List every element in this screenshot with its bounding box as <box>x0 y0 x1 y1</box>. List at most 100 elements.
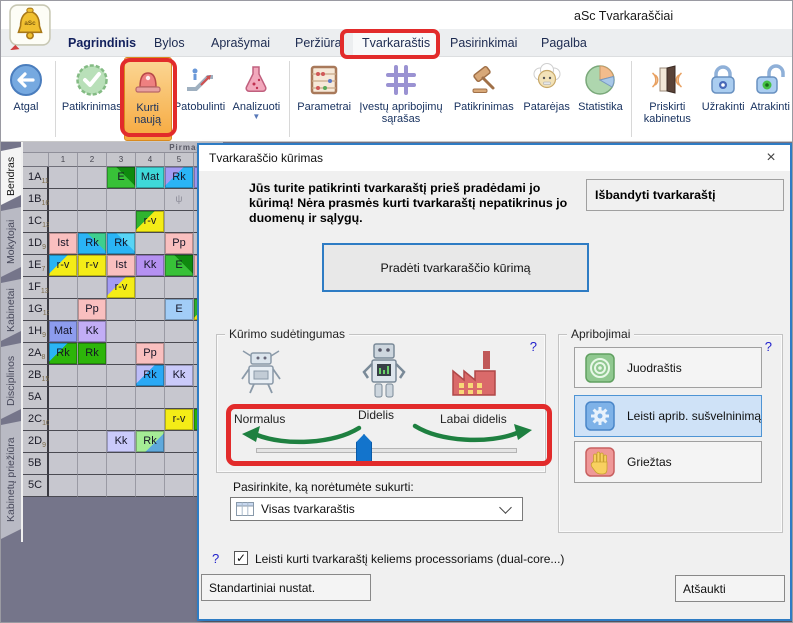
grid-cell-1h-5[interactable] <box>165 321 194 343</box>
grid-cell-1b-1[interactable] <box>49 189 78 211</box>
tab-pagalba[interactable]: Pagalba <box>539 29 589 57</box>
grid-cell-5a-1[interactable] <box>49 387 78 409</box>
grid-cell-2a-3[interactable] <box>107 343 136 365</box>
grid-cell-2b-2[interactable] <box>78 365 107 387</box>
row-header-1g[interactable]: 1G13 <box>23 299 49 321</box>
grid-cell-5a-5[interactable] <box>165 387 194 409</box>
grid-cell-2a-1[interactable]: Rk <box>49 343 78 365</box>
grid-cell-2a-4[interactable]: Pp <box>136 343 165 365</box>
row-header-2a[interactable]: 2A8 <box>23 343 49 365</box>
grid-cell-1a-5[interactable]: Rk <box>165 167 194 189</box>
toolbar-button-uzrakinti[interactable]: Užrakinti <box>698 57 748 141</box>
grid-cell-1h-2[interactable]: Kk <box>78 321 107 343</box>
grid-cell-1h-1[interactable]: Mat <box>49 321 78 343</box>
grid-cell-1h-4[interactable] <box>136 321 165 343</box>
grid-cell-1c-2[interactable] <box>78 211 107 233</box>
grid-cell-1c-3[interactable] <box>107 211 136 233</box>
row-header-5b[interactable]: 5B <box>23 453 49 475</box>
grid-cell-5b-3[interactable] <box>107 453 136 475</box>
grid-cell-2a-5[interactable] <box>165 343 194 365</box>
grid-cell-1a-2[interactable] <box>78 167 107 189</box>
toolbar-button-patikrinimas[interactable]: Patikrinimas <box>60 57 124 141</box>
toolbar-button-patikrinimas-2[interactable]: Patikrinimas <box>448 57 520 141</box>
toolbar-button-statistika[interactable]: Statistika <box>574 57 628 141</box>
row-header-5c[interactable]: 5C <box>23 475 49 497</box>
row-header-2b[interactable]: 2B15 <box>23 365 49 387</box>
toolbar-button-patobulinti[interactable]: Patobulinti <box>172 57 228 141</box>
grid-cell-5b-2[interactable] <box>78 453 107 475</box>
grid-cell-1b-4[interactable] <box>136 189 165 211</box>
grid-cell-1e-2[interactable]: r-v <box>78 255 107 277</box>
sidebar-tab-disciplinos[interactable]: Disciplinos <box>1 343 21 419</box>
grid-cell-5c-1[interactable] <box>49 475 78 497</box>
constraint-option-leisti-aprib-susvelninima[interactable]: Leisti aprib. sušvelninimą <box>574 395 762 437</box>
grid-cell-2c-4[interactable] <box>136 409 165 431</box>
grid-cell-2d-4[interactable]: Rk <box>136 431 165 453</box>
grid-cell-1g-2[interactable]: Pp <box>78 299 107 321</box>
close-icon[interactable]: × <box>756 145 786 171</box>
constraint-option-juodrastis[interactable]: Juodraštis <box>574 347 762 388</box>
grid-cell-1e-1[interactable]: r-v <box>49 255 78 277</box>
grid-cell-2c-1[interactable] <box>49 409 78 431</box>
grid-cell-1f-1[interactable] <box>49 277 78 299</box>
grid-cell-5a-3[interactable] <box>107 387 136 409</box>
grid-cell-2d-2[interactable] <box>78 431 107 453</box>
grid-cell-1f-2[interactable] <box>78 277 107 299</box>
grid-cell-5a-4[interactable] <box>136 387 165 409</box>
multicore-checkbox[interactable]: ✓ <box>234 551 248 565</box>
grid-cell-2d-5[interactable] <box>165 431 194 453</box>
grid-cell-5c-3[interactable] <box>107 475 136 497</box>
grid-cell-1b-5[interactable]: ψ <box>165 189 194 211</box>
grid-cell-2c-5[interactable]: r-v <box>165 409 194 431</box>
grid-cell-1a-1[interactable] <box>49 167 78 189</box>
grid-cell-2c-3[interactable] <box>107 409 136 431</box>
sidebar-tab-mokytojai[interactable]: Mokytojai <box>1 207 21 277</box>
constraint-option-grieztas[interactable]: Griežtas <box>574 441 762 483</box>
toolbar-button-ivestu-apribojimu-sarasas[interactable]: Įvestų apribojimų sąrašas <box>354 57 448 141</box>
grid-cell-1e-3[interactable]: Ist <box>107 255 136 277</box>
grid-cell-1f-4[interactable] <box>136 277 165 299</box>
grid-cell-1f-3[interactable]: r-v <box>107 277 136 299</box>
sidebar-tab-kabinetu-prieziura[interactable]: Kabinetų priežiūra <box>1 421 21 539</box>
toolbar-button-atrakinti[interactable]: Atrakinti <box>748 57 792 141</box>
grid-cell-5c-2[interactable] <box>78 475 107 497</box>
row-header-5a[interactable]: 5A <box>23 387 49 409</box>
multicore-help-link[interactable]: ? <box>212 551 219 566</box>
grid-cell-5b-5[interactable] <box>165 453 194 475</box>
grid-cell-2d-3[interactable]: Kk <box>107 431 136 453</box>
grid-cell-1d-4[interactable] <box>136 233 165 255</box>
grid-cell-1g-5[interactable]: E <box>165 299 194 321</box>
grid-cell-2b-5[interactable]: Kk <box>165 365 194 387</box>
default-settings-button[interactable]: Standartiniai nustat. <box>201 574 371 601</box>
row-header-1b[interactable]: 1B16 <box>23 189 49 211</box>
test-timetable-button[interactable]: Išbandyti tvarkaraštį <box>586 179 784 211</box>
tab-perziura[interactable]: Peržiūra <box>293 29 344 57</box>
grid-cell-1h-3[interactable] <box>107 321 136 343</box>
grid-cell-2d-1[interactable] <box>49 431 78 453</box>
tab-pasirinkimai[interactable]: Pasirinkimai <box>448 29 519 57</box>
grid-cell-1d-1[interactable]: Ist <box>49 233 78 255</box>
toolbar-button-priskirti-kabinetus[interactable]: Priskirti kabinetus <box>636 57 698 141</box>
toolbar-button-parametrai[interactable]: Parametrai <box>294 57 354 141</box>
grid-cell-1c-5[interactable] <box>165 211 194 233</box>
grid-cell-1b-2[interactable] <box>78 189 107 211</box>
row-header-1f[interactable]: 1F13 <box>23 277 49 299</box>
toolbar-button-analizuoti[interactable]: Analizuoti▼ <box>227 57 285 141</box>
grid-cell-1e-4[interactable]: Kk <box>136 255 165 277</box>
row-header-1d[interactable]: 1D9 <box>23 233 49 255</box>
grid-cell-1g-1[interactable] <box>49 299 78 321</box>
start-generation-button[interactable]: Pradėti tvarkaraščio kūrimą <box>322 243 589 292</box>
grid-cell-2b-1[interactable] <box>49 365 78 387</box>
cancel-button[interactable]: Atšaukti <box>675 575 785 602</box>
tab-bylos[interactable]: Bylos <box>152 29 187 57</box>
grid-cell-1d-5[interactable]: Pp <box>165 233 194 255</box>
constraints-help-link[interactable]: ? <box>765 339 772 354</box>
grid-cell-1g-4[interactable] <box>136 299 165 321</box>
grid-cell-1a-4[interactable]: Mat <box>136 167 165 189</box>
tab-pagrindinis[interactable]: Pagrindinis <box>66 29 138 57</box>
grid-cell-1b-3[interactable] <box>107 189 136 211</box>
grid-cell-2c-2[interactable] <box>78 409 107 431</box>
grid-cell-5c-4[interactable] <box>136 475 165 497</box>
row-header-1h[interactable]: 1H9 <box>23 321 49 343</box>
grid-cell-1d-3[interactable]: Rk <box>107 233 136 255</box>
